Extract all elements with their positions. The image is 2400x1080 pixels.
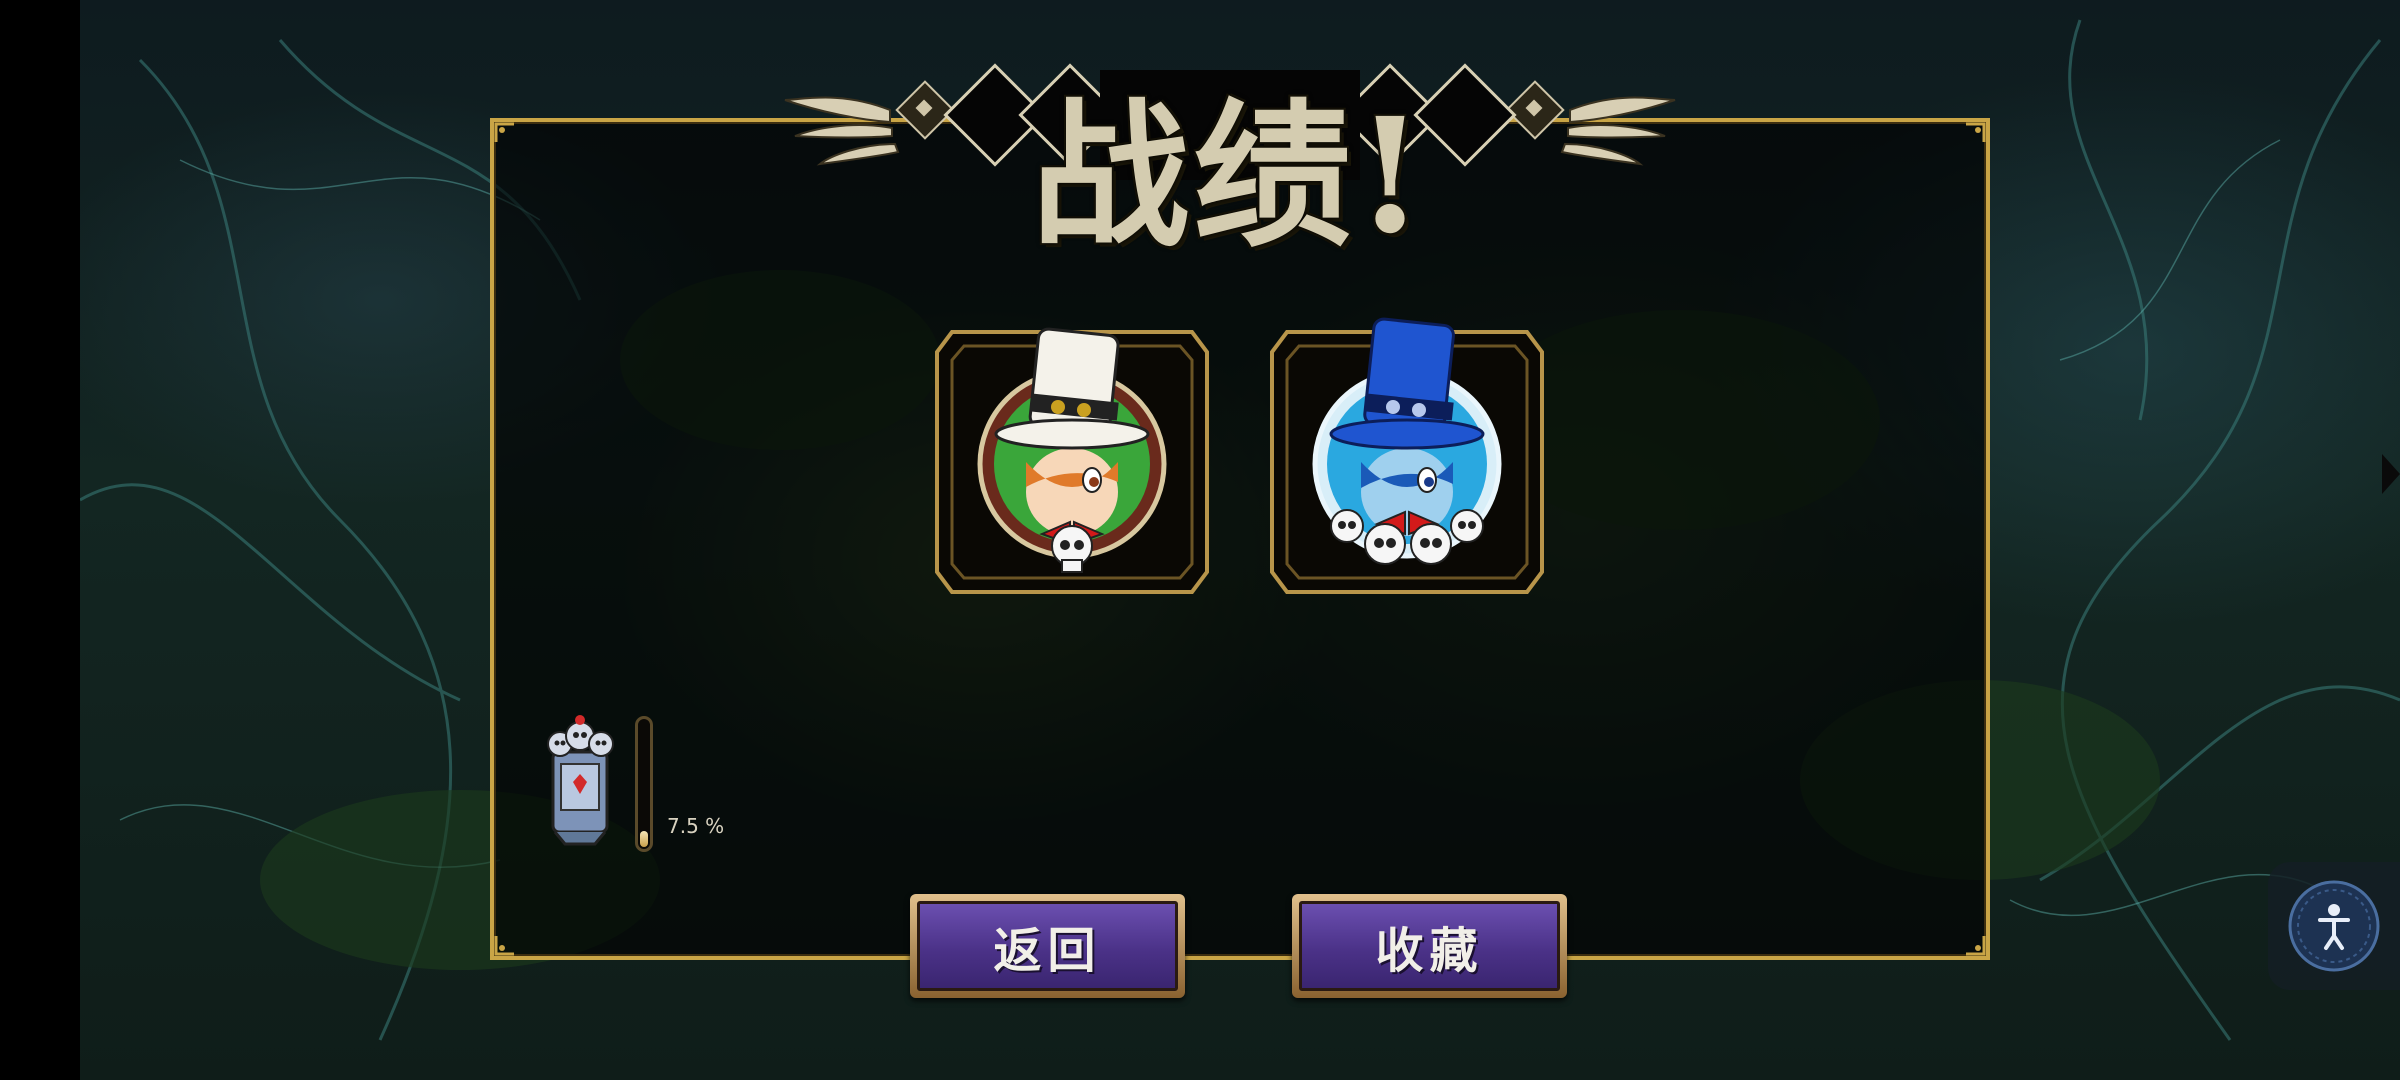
back-button[interactable]: 返回	[910, 894, 1185, 998]
corner-ornament	[494, 122, 514, 142]
back-button-label: 返回	[917, 901, 1178, 991]
corner-ornament	[1966, 122, 1986, 142]
progress-percent: 7.5 %	[667, 814, 725, 838]
corner-ornament	[494, 936, 514, 956]
character-portrait-green[interactable]	[922, 312, 1222, 612]
trophy-icon	[547, 715, 614, 846]
floating-accessibility-button[interactable]	[2268, 862, 2400, 990]
corner-ornament	[1966, 936, 1986, 956]
progress-bar-fill	[640, 831, 648, 847]
progress-bar	[635, 716, 653, 852]
collect-button[interactable]: 收藏	[1292, 894, 1567, 998]
side-arrow-icon[interactable]	[2382, 454, 2400, 494]
collect-button-label: 收藏	[1299, 901, 1560, 991]
collection-progress: 7.5 %	[535, 712, 755, 852]
page-title: 战绩!	[1031, 84, 1429, 269]
title-banner: 战绩!	[780, 40, 1680, 269]
character-portrait-blue[interactable]	[1257, 312, 1557, 612]
accessibility-icon	[2288, 880, 2380, 972]
